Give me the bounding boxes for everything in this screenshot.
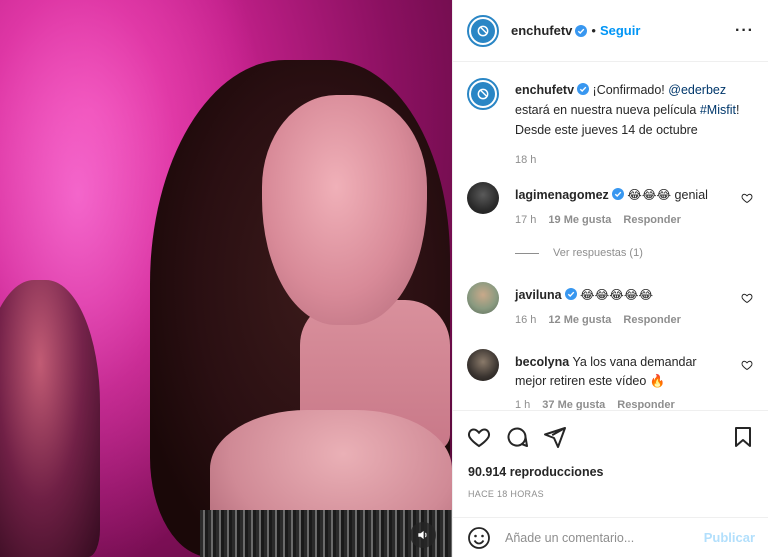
comment-meta: 17 h 19 Me gusta Responder xyxy=(515,214,681,226)
view-replies-label: Ver respuestas (1) xyxy=(553,247,643,259)
comment-text: javiluna 😂😂😂😂😂 xyxy=(515,286,730,305)
caption-text-middle: estará en nuestra nueva película xyxy=(515,103,700,117)
bookmark-icon[interactable] xyxy=(731,425,755,449)
follow-button[interactable]: Seguir xyxy=(600,23,640,38)
post-header: enchufetv • Seguir ··· xyxy=(453,0,768,62)
caption-text-start: ¡Confirmado! xyxy=(592,83,669,97)
comment-body: 😂😂😂 genial xyxy=(627,188,708,202)
more-options-icon[interactable]: ··· xyxy=(735,22,754,40)
commenter-username[interactable]: javiluna xyxy=(515,288,562,302)
verified-badge-icon xyxy=(564,288,577,300)
comment-likes[interactable]: 12 Me gusta xyxy=(548,314,611,326)
plug-logo-icon xyxy=(477,88,489,100)
comment-likes[interactable]: 37 Me gusta xyxy=(542,399,605,410)
comment-text: becolyna Ya los vana demandar mejor reti… xyxy=(515,353,730,391)
mention-link[interactable]: @ederbez xyxy=(668,83,726,97)
reply-button[interactable]: Responder xyxy=(623,214,680,226)
comment-time[interactable]: 16 h xyxy=(515,314,536,326)
comment-input[interactable] xyxy=(505,530,704,545)
background-person xyxy=(0,280,100,557)
comment-time[interactable]: 1 h xyxy=(515,399,530,410)
commenter-username[interactable]: lagimenagomez xyxy=(515,188,609,202)
add-comment-bar: Publicar xyxy=(453,517,768,557)
reply-button[interactable]: Responder xyxy=(623,314,680,326)
comment-body: 😂😂😂😂😂 xyxy=(580,288,654,302)
view-count[interactable]: 90.914 reproducciones xyxy=(468,465,603,479)
verified-badge-icon xyxy=(611,188,624,200)
sound-toggle-button[interactable] xyxy=(410,522,436,548)
post-side-panel: enchufetv • Seguir ··· enchufetv ¡Confir… xyxy=(452,0,768,557)
comment-time[interactable]: 17 h xyxy=(515,214,536,226)
replies-divider xyxy=(515,252,539,254)
heart-icon[interactable] xyxy=(741,292,753,304)
commenter-username[interactable]: becolyna xyxy=(515,355,569,369)
comment-meta: 1 h 37 Me gusta Responder xyxy=(515,399,675,410)
comment-icon[interactable] xyxy=(505,425,529,449)
comment-likes[interactable]: 19 Me gusta xyxy=(548,214,611,226)
separator-dot: • xyxy=(591,23,596,38)
heart-icon[interactable] xyxy=(741,359,753,371)
commenter-avatar[interactable] xyxy=(467,282,499,314)
post-timestamp: HACE 18 HORAS xyxy=(468,489,544,499)
hashtag-link[interactable]: #Misfit xyxy=(700,103,736,117)
verified-badge-icon xyxy=(575,24,588,37)
reply-button[interactable]: Responder xyxy=(617,399,674,410)
emoji-icon[interactable] xyxy=(467,526,491,550)
post-video[interactable] xyxy=(0,0,452,557)
speaker-icon xyxy=(418,530,427,540)
comment-text: lagimenagomez 😂😂😂 genial xyxy=(515,186,730,205)
caption-text: enchufetv ¡Confirmado! @ederbez estará e… xyxy=(515,80,755,170)
caption-author-avatar[interactable] xyxy=(467,78,499,110)
action-icons xyxy=(467,425,567,449)
post-actions: 90.914 reproducciones HACE 18 HORAS xyxy=(453,410,768,517)
share-icon[interactable] xyxy=(543,425,567,449)
plug-logo-icon xyxy=(477,25,489,36)
caption-time[interactable]: 18 h xyxy=(515,150,755,170)
face xyxy=(262,95,427,325)
commenter-avatar[interactable] xyxy=(467,349,499,381)
publish-button[interactable]: Publicar xyxy=(704,530,755,545)
commenter-avatar[interactable] xyxy=(467,182,499,214)
author-avatar[interactable] xyxy=(467,14,499,47)
author-username[interactable]: enchufetv xyxy=(511,23,572,38)
heart-icon[interactable] xyxy=(741,192,753,204)
caption-username[interactable]: enchufetv xyxy=(515,83,574,97)
comments-section[interactable]: enchufetv ¡Confirmado! @ederbez estará e… xyxy=(453,62,768,410)
view-replies-link[interactable]: Ver respuestas (1) xyxy=(515,247,643,259)
heart-icon[interactable] xyxy=(467,425,491,449)
verified-badge-icon xyxy=(577,83,590,95)
comment-meta: 16 h 12 Me gusta Responder xyxy=(515,314,681,326)
